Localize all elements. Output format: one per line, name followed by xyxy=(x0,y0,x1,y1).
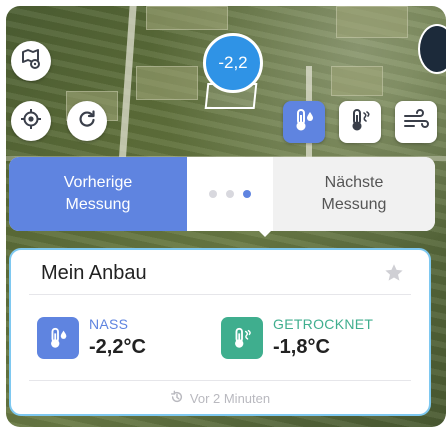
wet-reading: NASS -2,2°C xyxy=(37,316,146,359)
app-screen: -2,2 Vorherige Messung Nächste Messung M… xyxy=(0,0,447,430)
map-edge-marker[interactable] xyxy=(418,24,446,74)
dry-reading-value: -1,8°C xyxy=(273,336,330,358)
crosshair-icon xyxy=(20,108,42,135)
previous-measurement-button[interactable]: Vorherige Messung xyxy=(9,157,187,231)
map-field xyxy=(331,66,383,96)
star-icon xyxy=(383,264,405,288)
field-title: Mein Anbau xyxy=(41,262,147,284)
wet-reading-label: NASS xyxy=(89,316,129,332)
history-icon xyxy=(170,390,184,407)
wet-temperature-mode-button[interactable] xyxy=(283,101,325,143)
refresh-icon xyxy=(77,109,97,134)
last-updated: Vor 2 Minuten xyxy=(11,390,429,407)
dry-reading-label: GETROCKNET xyxy=(273,316,374,332)
marker-value: -2,2 xyxy=(218,53,248,72)
next-measurement-button[interactable]: Nächste Messung xyxy=(273,157,435,231)
measurement-navigation: Vorherige Messung Nächste Messung xyxy=(9,157,435,231)
field-settings-button[interactable] xyxy=(11,41,51,81)
map-field xyxy=(146,6,228,30)
wet-reading-value: -2,2°C xyxy=(89,336,146,358)
temperature-marker[interactable]: -2,2 xyxy=(203,33,263,93)
card-divider xyxy=(29,380,411,381)
previous-measurement-label: Vorherige Messung xyxy=(63,174,133,213)
map-field xyxy=(336,6,408,38)
card-divider xyxy=(29,294,411,295)
pager-dot[interactable] xyxy=(209,190,217,198)
thermometer-drop-icon xyxy=(291,107,317,138)
pointer-caret xyxy=(259,231,271,237)
map-field xyxy=(136,66,198,100)
map-gear-icon xyxy=(20,48,42,75)
thermometer-wind-icon xyxy=(221,316,263,359)
locate-button[interactable] xyxy=(11,101,51,141)
refresh-button[interactable] xyxy=(67,101,107,141)
pager-dot[interactable] xyxy=(226,190,234,198)
pager-dots xyxy=(187,157,273,231)
wind-icon xyxy=(402,108,430,136)
thermometer-wind-icon xyxy=(347,107,373,138)
wind-mode-button[interactable] xyxy=(395,101,437,143)
last-updated-text: Vor 2 Minuten xyxy=(189,391,271,406)
field-info-card: Mein Anbau NASS -2,2°C GETROCKNET -1,8°C… xyxy=(9,248,431,416)
map-road xyxy=(118,6,137,166)
pager-dot-active[interactable] xyxy=(243,190,251,198)
dry-reading: GETROCKNET -1,8°C xyxy=(221,316,373,359)
next-measurement-label: Nächste Messung xyxy=(321,174,387,213)
favorite-button[interactable] xyxy=(383,262,405,289)
thermometer-drop-icon xyxy=(37,316,79,359)
dry-temperature-mode-button[interactable] xyxy=(339,101,381,143)
